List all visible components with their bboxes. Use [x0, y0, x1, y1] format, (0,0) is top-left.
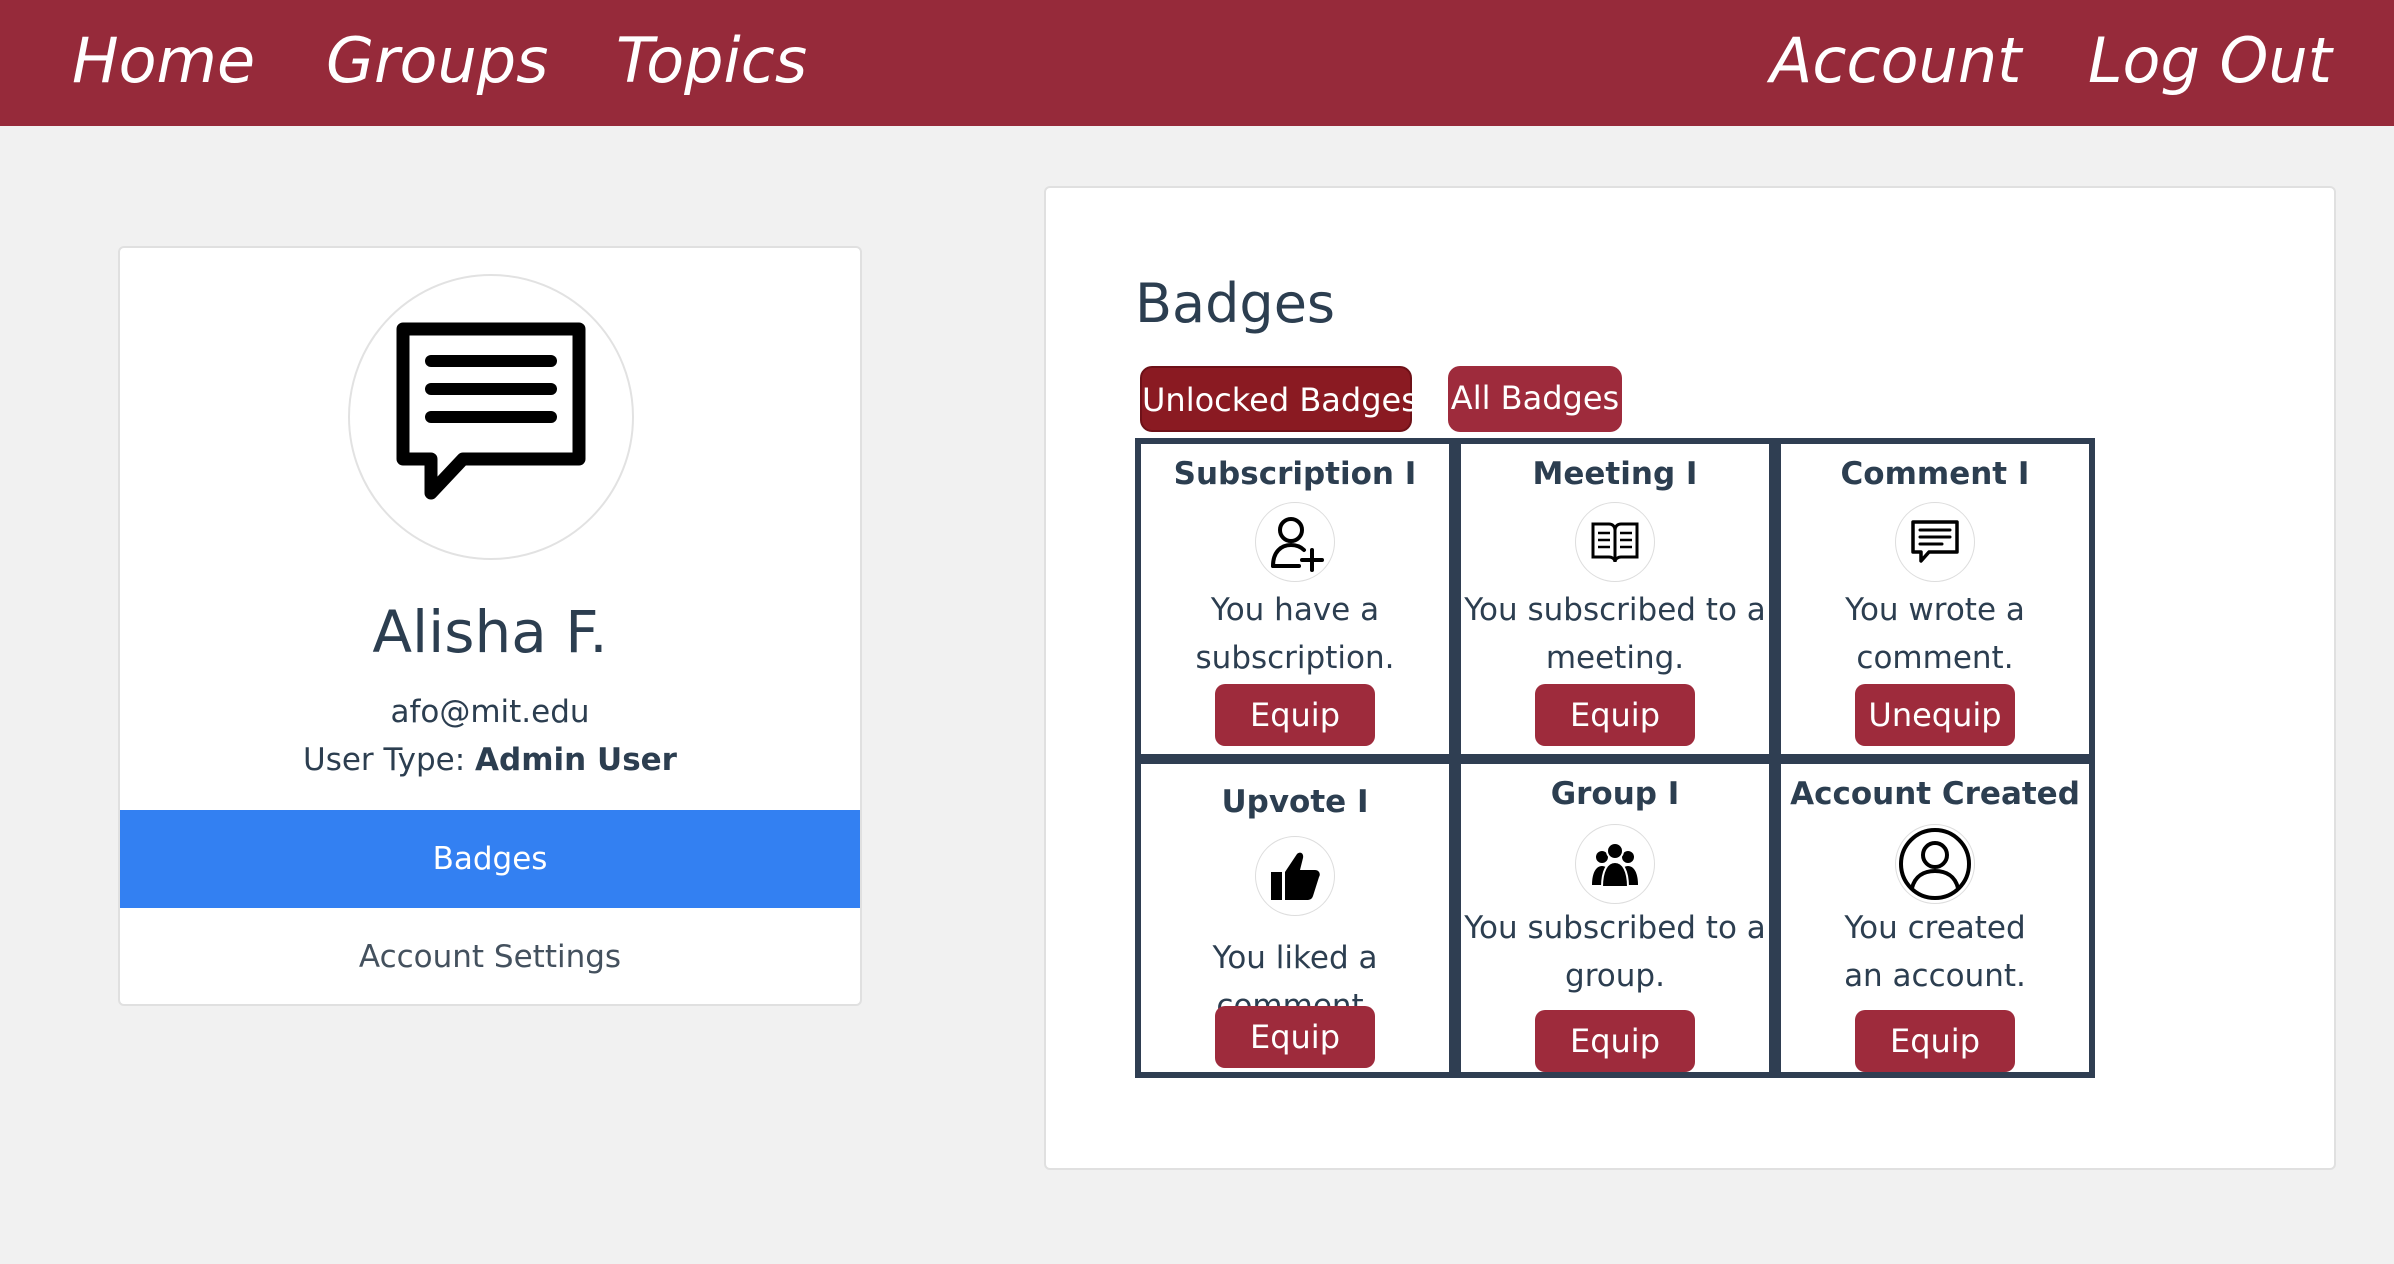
badge-card: Group I You subscribed to a group. Equip — [1461, 764, 1769, 1072]
open-book-icon — [1575, 502, 1655, 582]
nav-groups-link[interactable]: Groups — [326, 16, 548, 106]
badge-title: Subscription I — [1173, 456, 1417, 492]
equip-button[interactable]: Equip — [1535, 1010, 1695, 1072]
badge-description: You have a subscription. — [1195, 592, 1395, 676]
unlocked-badges-button[interactable]: Unlocked Badges — [1140, 366, 1418, 432]
group-icon — [1575, 824, 1655, 904]
all-badges-button[interactable]: All Badges — [1448, 366, 1622, 432]
unequip-button[interactable]: Unequip — [1855, 684, 2015, 746]
badge-card: Meeting I You subscribed to a meeting. E… — [1461, 444, 1769, 754]
nav-home-link[interactable]: Home — [72, 16, 255, 106]
user-type-value: Admin User — [475, 742, 677, 778]
badge-grid: Subscription I You have a subscription. … — [1135, 438, 2095, 1078]
badge-card: Comment I You wrote a comment. Unequip — [1781, 444, 2089, 754]
badge-title: Upvote I — [1221, 784, 1369, 820]
equip-button[interactable]: Equip — [1855, 1010, 2015, 1072]
equip-button[interactable]: Equip — [1215, 1006, 1375, 1068]
badge-description: You subscribed to a meeting. — [1464, 592, 1766, 676]
badge-title: Comment I — [1840, 456, 2030, 492]
badge-title: Meeting I — [1532, 456, 1698, 492]
badge-card: Subscription I You have a subscription. … — [1141, 444, 1449, 754]
nav-topics-link[interactable]: Topics — [616, 16, 807, 106]
badges-heading: Badges — [1135, 272, 1336, 335]
badge-description: You subscribed to a group. — [1464, 910, 1766, 994]
profile-name: Alisha F. — [372, 598, 608, 666]
chat-bubble-icon — [396, 322, 586, 500]
user-type: User Type: Admin User — [120, 742, 860, 778]
menu-item-badges[interactable]: Badges — [120, 810, 860, 908]
badge-title: Group I — [1550, 776, 1680, 812]
badge-card: Account Created You created an account. … — [1781, 764, 2089, 1072]
top-navbar: Home Groups Topics Account Log Out — [0, 0, 2394, 126]
user-circle-icon — [1895, 824, 1975, 904]
profile-email: afo@mit.edu — [390, 694, 590, 730]
badge-description: You wrote a comment. — [1845, 592, 2025, 676]
badge-description: You created an account. — [1844, 910, 2026, 994]
profile-card: Alisha F. afo@mit.edu User Type: Admin U… — [118, 246, 862, 1006]
badge-title: Account Created — [1790, 776, 2080, 812]
nav-logout-link[interactable]: Log Out — [2088, 16, 2332, 106]
comment-icon — [1895, 502, 1975, 582]
menu-item-account-settings[interactable]: Account Settings — [120, 908, 860, 1004]
badge-card: Upvote I You liked a comment. Equip — [1141, 764, 1449, 1072]
equip-button[interactable]: Equip — [1215, 684, 1375, 746]
avatar — [348, 274, 634, 560]
equip-button[interactable]: Equip — [1535, 684, 1695, 746]
nav-account-link[interactable]: Account — [1770, 16, 2021, 106]
user-plus-icon — [1255, 502, 1335, 582]
thumbs-up-icon — [1255, 836, 1335, 916]
user-type-label: User Type: — [303, 742, 466, 778]
